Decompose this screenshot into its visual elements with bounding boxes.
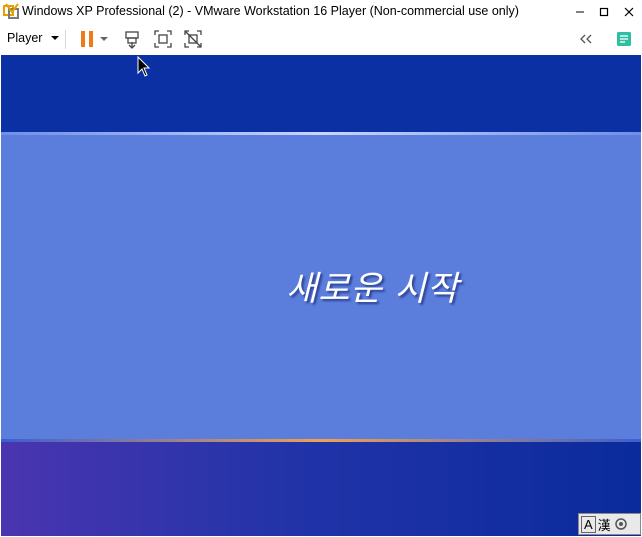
mouse-cursor-icon bbox=[137, 56, 151, 77]
chevron-down-icon bbox=[50, 36, 59, 40]
vmware-icon bbox=[3, 3, 19, 19]
send-ctrl-alt-del-button[interactable] bbox=[122, 28, 144, 50]
minimize-button[interactable] bbox=[567, 0, 593, 24]
pause-icon bbox=[81, 31, 93, 47]
ime-mode-char: A bbox=[581, 515, 596, 533]
send-ctrl-alt-del-icon bbox=[125, 31, 139, 49]
title-bar: Windows XP Professional (2) - VMware Wor… bbox=[0, 0, 642, 24]
xp-top-band bbox=[1, 55, 641, 133]
unity-button[interactable] bbox=[182, 28, 204, 50]
window-title: Windows XP Professional (2) - VMware Wor… bbox=[22, 4, 519, 18]
player-menu-button[interactable]: Player bbox=[7, 31, 60, 45]
welcome-text: 새로운 시작 bbox=[286, 269, 460, 309]
pause-button[interactable] bbox=[76, 28, 98, 50]
power-options-dropdown[interactable] bbox=[97, 28, 111, 50]
ime-indicator[interactable]: A 漢 bbox=[578, 513, 641, 535]
maximize-icon bbox=[599, 7, 609, 17]
minimize-icon bbox=[576, 11, 584, 13]
toolbar: Player bbox=[0, 24, 642, 55]
close-button[interactable] bbox=[616, 0, 642, 24]
maximize-button[interactable] bbox=[591, 0, 617, 24]
notes-button[interactable] bbox=[613, 28, 635, 50]
vm-screen[interactable]: 새로운 시작 A 漢 bbox=[1, 55, 641, 536]
notes-icon bbox=[617, 32, 631, 46]
close-icon bbox=[624, 7, 634, 17]
toolbar-separator bbox=[65, 30, 66, 49]
unity-icon bbox=[184, 30, 202, 48]
dropdown-arrow-icon bbox=[100, 37, 108, 41]
fit-guest-button[interactable] bbox=[152, 28, 174, 50]
collapse-icon bbox=[580, 34, 592, 44]
collapse-toolbar-button[interactable] bbox=[575, 28, 597, 50]
ime-hanja-char: 漢 bbox=[597, 518, 611, 534]
player-menu-label: Player bbox=[7, 31, 43, 45]
ime-settings-icon bbox=[614, 518, 627, 530]
xp-bottom-band bbox=[1, 442, 641, 536]
fit-guest-icon bbox=[154, 30, 172, 48]
